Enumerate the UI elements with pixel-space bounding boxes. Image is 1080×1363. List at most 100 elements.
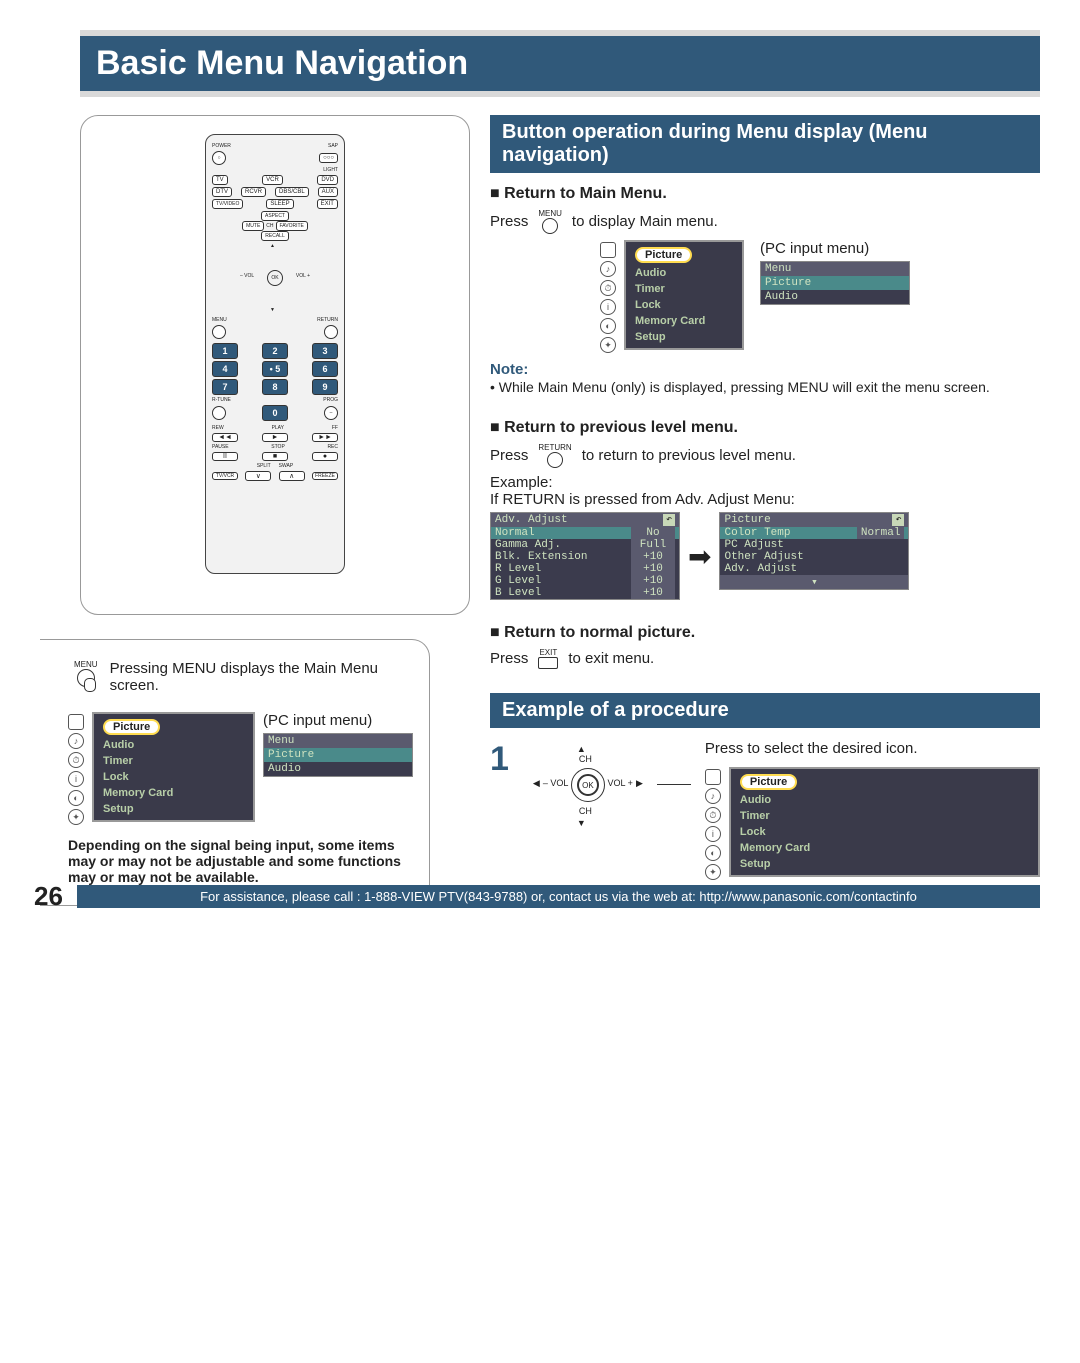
adv-head: Adv. Adjust [495, 514, 568, 526]
menu-description: Pressing MENU displays the Main Menu scr… [110, 660, 413, 694]
pause-button: II [212, 452, 238, 461]
sec3-title: Return to normal picture. [490, 624, 1040, 642]
osd-lock: Lock [97, 769, 250, 785]
card-icon: ◐ [68, 790, 84, 806]
sec1-osd-lock: Lock [629, 297, 739, 313]
proc-main-menu-osd: Picture Audio Timer Lock Memory Card Set… [729, 767, 1040, 877]
sec1-pc-label: (PC input menu) [760, 240, 910, 257]
prog-label: PROG [323, 397, 338, 403]
exit-button-icon: EXIT [538, 648, 558, 669]
pic-r1-l: PC Adjust [724, 539, 783, 551]
menu-btn-label: MENU [538, 209, 562, 218]
sec1-pcmenu-picture: Picture [761, 276, 909, 290]
audio-icon: ♪ [600, 261, 616, 277]
pc-menu-head: Menu [264, 734, 412, 748]
ff-label: FF [332, 425, 338, 431]
adv-r2-v: +10 [631, 551, 675, 563]
sec2-example-label: Example: [490, 474, 1040, 491]
rtune-button [212, 406, 226, 420]
proc-ch-down: CH [579, 806, 592, 816]
proc-osd-timer: Timer [734, 808, 1035, 824]
sap-button: ○○○ [319, 153, 338, 163]
return-btn-label: RETURN [538, 443, 571, 452]
page-title: Basic Menu Navigation [80, 30, 1040, 97]
vol-up: VOL + [296, 273, 310, 279]
favorite-button: FAVORITE [276, 221, 308, 231]
return-main-menu-section: Return to Main Menu. Press MENU to displ… [490, 185, 1040, 395]
num-8: 8 [262, 379, 288, 395]
num-6: 6 [312, 361, 338, 377]
osd-memory: Memory Card [97, 785, 250, 801]
num-2: 2 [262, 343, 288, 359]
lock-icon: i [68, 771, 84, 787]
tvvcr-button: TV/VCR [212, 472, 238, 480]
timer-icon: ⏱ [600, 280, 616, 296]
rec-label: REC [327, 444, 338, 450]
proc-osd-memory: Memory Card [734, 840, 1035, 856]
num-1: 1 [212, 343, 238, 359]
sec3-after: to exit menu. [568, 650, 654, 667]
dbs-button: DBS/CBL [275, 187, 309, 197]
tvvideo-button: TV/VIDEO [212, 199, 243, 209]
menu-icon-label: MENU [74, 660, 98, 669]
sec2-press: Press [490, 447, 528, 464]
adv-r3-v: +10 [631, 563, 675, 575]
proc-osd-setup: Setup [734, 856, 1035, 872]
sec1-note-title: Note: [490, 361, 528, 378]
rew-button: ◄◄ [212, 433, 238, 442]
rtune-label: R-TUNE [212, 397, 231, 403]
adv-adjust-table: Adv. Adjust↶ NormalNo Gamma Adj.Full Blk… [490, 512, 680, 600]
adv-r4-v: +10 [631, 575, 675, 587]
adv-r1-l: Gamma Adj. [495, 539, 561, 551]
rew-label: REW [212, 425, 224, 431]
sec2-example-text: If RETURN is pressed from Adv. Adjust Me… [490, 491, 1040, 508]
num-9: 9 [312, 379, 338, 395]
proc-text: Press to select the desired icon. [705, 740, 1040, 757]
proc-ch-up: CH [579, 754, 592, 764]
pic-r0-l: Color Temp [724, 527, 790, 539]
step-number: 1 [490, 740, 509, 779]
sec3-press: Press [490, 650, 528, 667]
proc-vol-down: – VOL [543, 778, 569, 788]
return-label: RETURN [317, 317, 338, 323]
audio-icon: ♪ [68, 733, 84, 749]
picture-icon [600, 242, 616, 258]
adv-r4-l: G Level [495, 575, 541, 587]
rec-button: ● [312, 452, 338, 461]
nav-pad: OK – VOL VOL + ▲ ▼ [240, 243, 310, 313]
return-previous-section: Return to previous level menu. Press RET… [490, 419, 1040, 600]
sec1-after: to display Main menu. [572, 213, 718, 230]
rcvr-button: RCVR [241, 187, 266, 197]
footer-text: For assistance, please call : 1-888-VIEW… [77, 885, 1040, 908]
return-button [324, 325, 338, 339]
section-heading-2: Example of a procedure [490, 693, 1040, 728]
sec1-title: Return to Main Menu. [490, 185, 1040, 203]
picture-icon [68, 714, 84, 730]
menu-label: MENU [212, 317, 227, 323]
page-number: 26 [34, 881, 63, 912]
prog-button: – [324, 406, 338, 420]
sec1-pcmenu-head: Menu [761, 262, 909, 276]
dvd-button: DVD [317, 175, 338, 185]
proc-osd-icons: ♪ ⏱ i ◐ ✦ [705, 767, 721, 880]
sap-label: SAP [328, 143, 338, 149]
ch-down: ▼ [270, 307, 275, 313]
arrow-right-icon: ➡ [688, 540, 711, 573]
adv-r3-l: R Level [495, 563, 541, 575]
sec1-osd-icons: ♪ ⏱ i ◐ ✦ [600, 240, 616, 353]
sec1-osd-memory: Memory Card [629, 313, 739, 329]
play-button: ► [262, 433, 288, 442]
adv-r1-v: Full [631, 539, 675, 551]
sec1-note-text: • While Main Menu (only) is displayed, p… [490, 379, 1040, 395]
freeze-button: FREEZE [312, 472, 338, 480]
sleep-button: SLEEP [266, 199, 293, 209]
adv-r0-l: Normal [495, 527, 535, 539]
return-button-icon: RETURN [538, 443, 571, 468]
proc-osd-audio: Audio [734, 792, 1035, 808]
exit-btn-label: EXIT [539, 648, 557, 657]
sec1-pc-menu: Menu Picture Audio [760, 261, 910, 305]
setup-icon: ✦ [68, 809, 84, 825]
sec1-pcmenu-audio: Audio [761, 290, 909, 304]
more-down-icon: ▾ [811, 575, 818, 589]
sec2-after: to return to previous level menu. [582, 447, 796, 464]
